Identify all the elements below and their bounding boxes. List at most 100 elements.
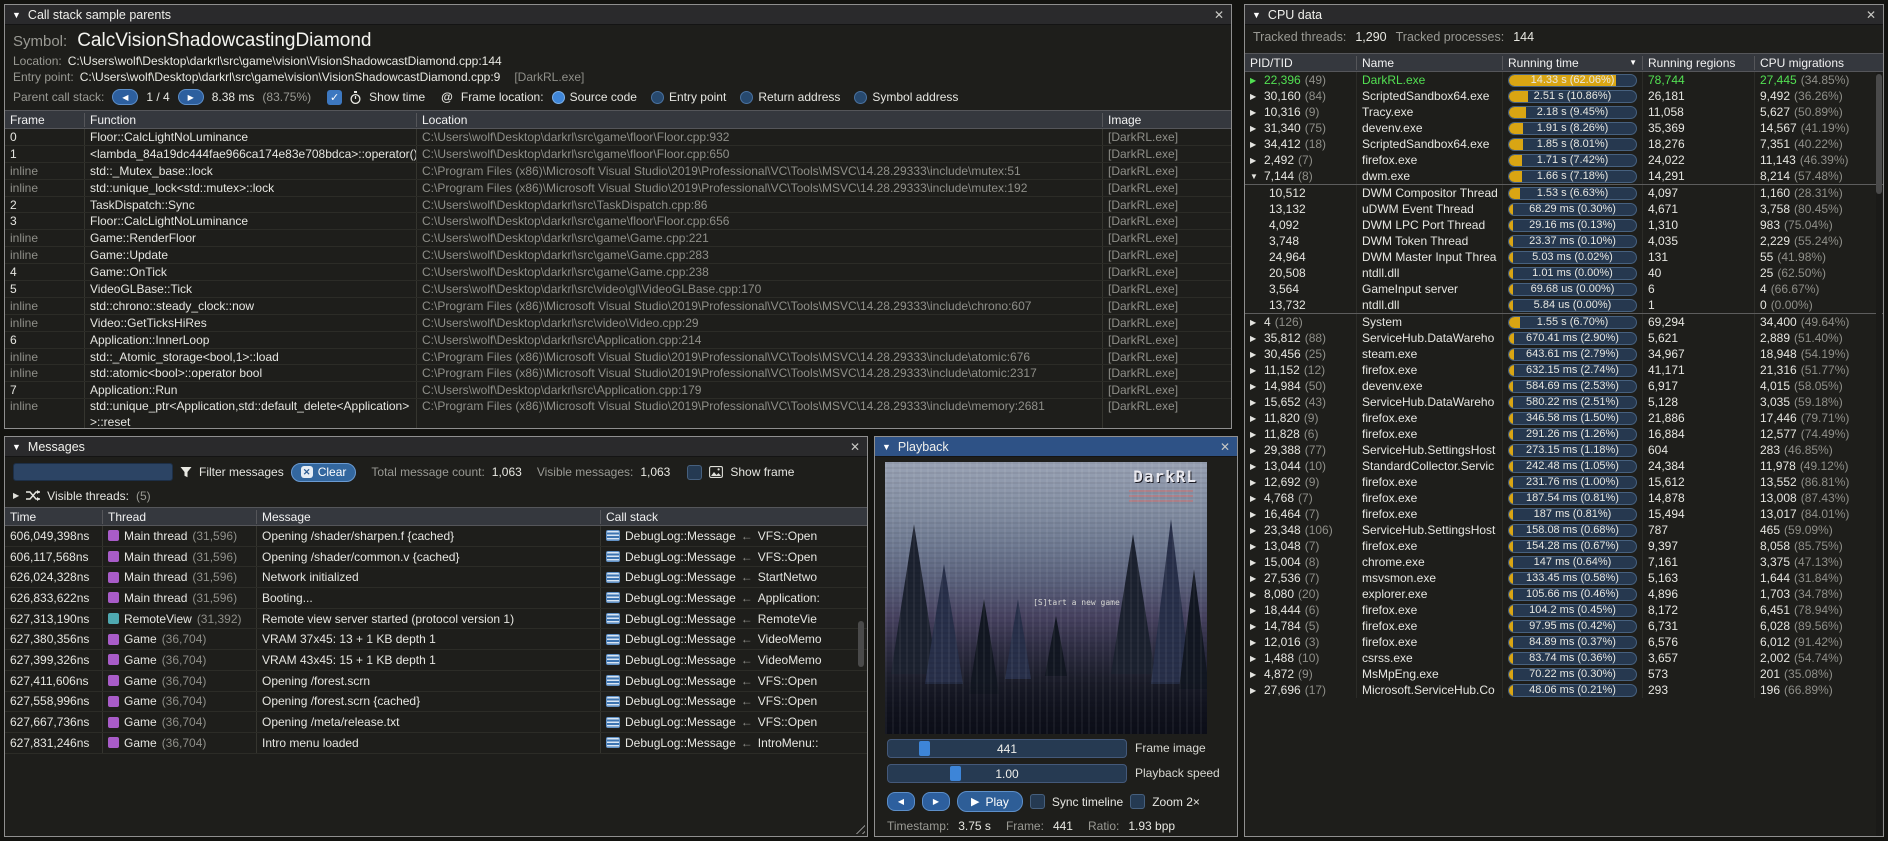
expand-icon[interactable]: ▶ <box>1250 446 1260 455</box>
expand-icon[interactable]: ▶ <box>13 491 19 500</box>
message-row[interactable]: 627,411,606nsGame(36,704)Opening /forest… <box>5 671 867 692</box>
message-row[interactable]: 606,049,398nsMain thread(31,596)Opening … <box>5 526 867 547</box>
messages-titlebar[interactable]: ▼ Messages ✕ <box>5 437 867 457</box>
cpu-process-row[interactable]: 3,748DWM Token Thread23.37 ms (0.10%)4,0… <box>1245 233 1883 249</box>
cpu-process-row[interactable]: ▶8,080(20)explorer.exe105.66 ms (0.46%)4… <box>1245 586 1883 602</box>
filter-input[interactable] <box>13 463 173 481</box>
sync-timeline-checkbox[interactable] <box>1030 794 1045 809</box>
expand-icon[interactable]: ▶ <box>1250 542 1260 551</box>
expand-icon[interactable]: ▶ <box>1250 670 1260 679</box>
expand-icon[interactable]: ▶ <box>1250 92 1260 101</box>
collapse-icon[interactable]: ▼ <box>1252 10 1261 20</box>
collapse-icon[interactable]: ▼ <box>12 442 21 452</box>
expand-icon[interactable]: ▶ <box>1250 654 1260 663</box>
col-function[interactable]: Function <box>85 113 417 127</box>
expand-icon[interactable]: ▶ <box>1250 478 1260 487</box>
cpu-process-row[interactable]: ▶16,464(7)firefox.exe187 ms (0.81%)15,49… <box>1245 506 1883 522</box>
callstack-titlebar[interactable]: ▼ Call stack sample parents ✕ <box>5 5 1231 25</box>
cpu-process-row[interactable]: ▶30,160(84)ScriptedSandbox64.exe2.51 s (… <box>1245 88 1883 104</box>
frame-location-option[interactable]: Source code <box>552 90 637 104</box>
callstack-table-row[interactable]: 5VideoGLBase::TickC:\Users\wolf\Desktop\… <box>5 281 1231 298</box>
callstack-table-row[interactable]: inlinestd::unique_ptr<Application,std::d… <box>5 399 1231 428</box>
col-running-regions[interactable]: Running regions <box>1643 56 1755 70</box>
callstack-table-row[interactable]: 2TaskDispatch::SyncC:\Users\wolf\Desktop… <box>5 197 1231 214</box>
cpu-process-row[interactable]: ▶31,340(75)devenv.exe1.91 s (8.26%)35,36… <box>1245 120 1883 136</box>
collapse-icon[interactable]: ▼ <box>882 442 891 452</box>
cpu-process-row[interactable]: ▶23,348(106)ServiceHub.SettingsHost158.0… <box>1245 522 1883 538</box>
expanded-icon[interactable]: ▼ <box>1250 172 1260 181</box>
col-location[interactable]: Location <box>417 113 1103 127</box>
next-parent-button[interactable]: ▶ <box>178 89 204 105</box>
show-time-checkbox[interactable]: ✓ <box>327 90 342 105</box>
radio-icon[interactable] <box>740 91 753 104</box>
col-thread[interactable]: Thread <box>103 510 257 524</box>
expand-icon[interactable]: ▶ <box>1250 366 1260 375</box>
cpu-process-row[interactable]: 10,512DWM Compositor Thread1.53 s (6.63%… <box>1245 184 1883 201</box>
collapse-icon[interactable]: ▼ <box>12 10 21 20</box>
expand-icon[interactable]: ▶ <box>1250 124 1260 133</box>
callstack-table-row[interactable]: 6Application::InnerLoopC:\Users\wolf\Des… <box>5 332 1231 349</box>
expand-icon[interactable]: ▶ <box>1250 462 1260 471</box>
cpu-process-row[interactable]: ▶1,488(10)csrss.exe83.74 ms (0.36%)3,657… <box>1245 650 1883 666</box>
message-row[interactable]: 626,024,328nsMain thread(31,596)Network … <box>5 567 867 588</box>
col-time[interactable]: Time <box>5 510 103 524</box>
cpu-process-row[interactable]: ▶15,652(43)ServiceHub.DataWareho580.22 m… <box>1245 394 1883 410</box>
cpu-process-row[interactable]: 20,508ntdll.dll1.01 ms (0.00%)4025(62.50… <box>1245 265 1883 281</box>
prev-parent-button[interactable]: ◀ <box>112 89 138 105</box>
col-message[interactable]: Message <box>257 510 601 524</box>
message-row[interactable]: 627,313,190nsRemoteView(31,392)Remote vi… <box>5 609 867 630</box>
radio-icon[interactable] <box>651 91 664 104</box>
cpu-process-row[interactable]: 3,564GameInput server69.68 us (0.00%)64(… <box>1245 281 1883 297</box>
expand-icon[interactable]: ▶ <box>1250 76 1260 85</box>
expand-icon[interactable]: ▶ <box>1250 108 1260 117</box>
col-name[interactable]: Name <box>1357 56 1503 70</box>
cpu-process-row[interactable]: ▶2,492(7)firefox.exe1.71 s (7.42%)24,022… <box>1245 152 1883 168</box>
cpu-process-row[interactable]: ▶13,044(10)StandardCollector.Servic242.4… <box>1245 458 1883 474</box>
cpu-process-row[interactable]: 4,092DWM LPC Port Thread29.16 ms (0.13%)… <box>1245 217 1883 233</box>
cpu-process-row[interactable]: ▶14,784(5)firefox.exe97.95 ms (0.42%)6,7… <box>1245 618 1883 634</box>
callstack-table-row[interactable]: 4Game::OnTickC:\Users\wolf\Desktop\darkr… <box>5 264 1231 281</box>
col-callstack[interactable]: Call stack <box>601 510 867 524</box>
radio-icon[interactable] <box>854 91 867 104</box>
cpu-process-row[interactable]: ▶4,768(7)firefox.exe187.54 ms (0.81%)14,… <box>1245 490 1883 506</box>
cpu-process-row[interactable]: 13,132uDWM Event Thread68.29 ms (0.30%)4… <box>1245 201 1883 217</box>
close-icon[interactable]: ✕ <box>1220 441 1230 453</box>
callstack-cell[interactable]: DebugLog::Message←VFS::Open <box>601 671 867 691</box>
cpu-process-row[interactable]: ▶15,004(8)chrome.exe147 ms (0.64%)7,1613… <box>1245 554 1883 570</box>
callstack-cell[interactable]: DebugLog::Message←VideoMemo <box>601 629 867 649</box>
expand-icon[interactable]: ▶ <box>1250 334 1260 343</box>
col-running-time[interactable]: Running time▼ <box>1503 56 1643 70</box>
callstack-table-row[interactable]: inlineVideo::GetTicksHiResC:\Users\wolf\… <box>5 315 1231 332</box>
cpu-process-row[interactable]: ▼7,144(8)dwm.exe1.66 s (7.18%)14,2918,21… <box>1245 168 1883 184</box>
step-forward-button[interactable]: ▶ <box>922 792 950 811</box>
expand-icon[interactable]: ▶ <box>1250 638 1260 647</box>
callstack-cell[interactable]: DebugLog::Message←RemoteVie <box>601 609 867 629</box>
frame-location-option[interactable]: Symbol address <box>854 90 958 104</box>
message-row[interactable]: 626,833,622nsMain thread(31,596)Booting.… <box>5 588 867 609</box>
cpu-process-row[interactable]: ▶30,456(25)steam.exe643.61 ms (2.79%)34,… <box>1245 346 1883 362</box>
cpu-process-row[interactable]: ▶35,812(88)ServiceHub.DataWareho670.41 m… <box>1245 330 1883 346</box>
cpu-scrollbar-thumb[interactable] <box>1876 74 1882 194</box>
close-icon[interactable]: ✕ <box>850 441 860 453</box>
expand-icon[interactable]: ▶ <box>1250 606 1260 615</box>
col-frame[interactable]: Frame <box>5 113 85 127</box>
message-row[interactable]: 627,380,356nsGame(36,704)VRAM 37x45: 13 … <box>5 629 867 650</box>
show-frame-checkbox[interactable] <box>687 465 702 480</box>
expand-icon[interactable]: ▶ <box>1250 686 1260 695</box>
cpu-process-row[interactable]: ▶11,152(12)firefox.exe632.15 ms (2.74%)4… <box>1245 362 1883 378</box>
cpu-process-row[interactable]: ▶12,016(3)firefox.exe84.89 ms (0.37%)6,5… <box>1245 634 1883 650</box>
cpu-process-row[interactable]: ▶11,828(6)firefox.exe291.26 ms (1.26%)16… <box>1245 426 1883 442</box>
col-pid-tid[interactable]: PID/TID <box>1245 56 1357 70</box>
expand-icon[interactable]: ▶ <box>1250 494 1260 503</box>
callstack-cell[interactable]: DebugLog::Message←VFS::Open <box>601 526 867 546</box>
expand-icon[interactable]: ▶ <box>1250 590 1260 599</box>
callstack-table-row[interactable]: 3Floor::CalcLightNoLuminanceC:\Users\wol… <box>5 213 1231 230</box>
callstack-cell[interactable]: DebugLog::Message←Application: <box>601 588 867 608</box>
callstack-table-row[interactable]: 1<lambda_84a19dc444fae966ca174e83e708bdc… <box>5 146 1231 163</box>
cpu-process-row[interactable]: ▶4(126)System1.55 s (6.70%)69,29434,400(… <box>1245 314 1883 330</box>
cpu-process-row[interactable]: 13,732ntdll.dll5.84 us (0.00%)10(0.00%) <box>1245 297 1883 314</box>
message-row[interactable]: 627,667,736nsGame(36,704)Opening /meta/r… <box>5 712 867 733</box>
play-button[interactable]: ▶ Play <box>957 791 1023 812</box>
frame-slider[interactable]: 441 <box>887 739 1127 758</box>
message-row[interactable]: 627,399,326nsGame(36,704)VRAM 43x45: 15 … <box>5 650 867 671</box>
